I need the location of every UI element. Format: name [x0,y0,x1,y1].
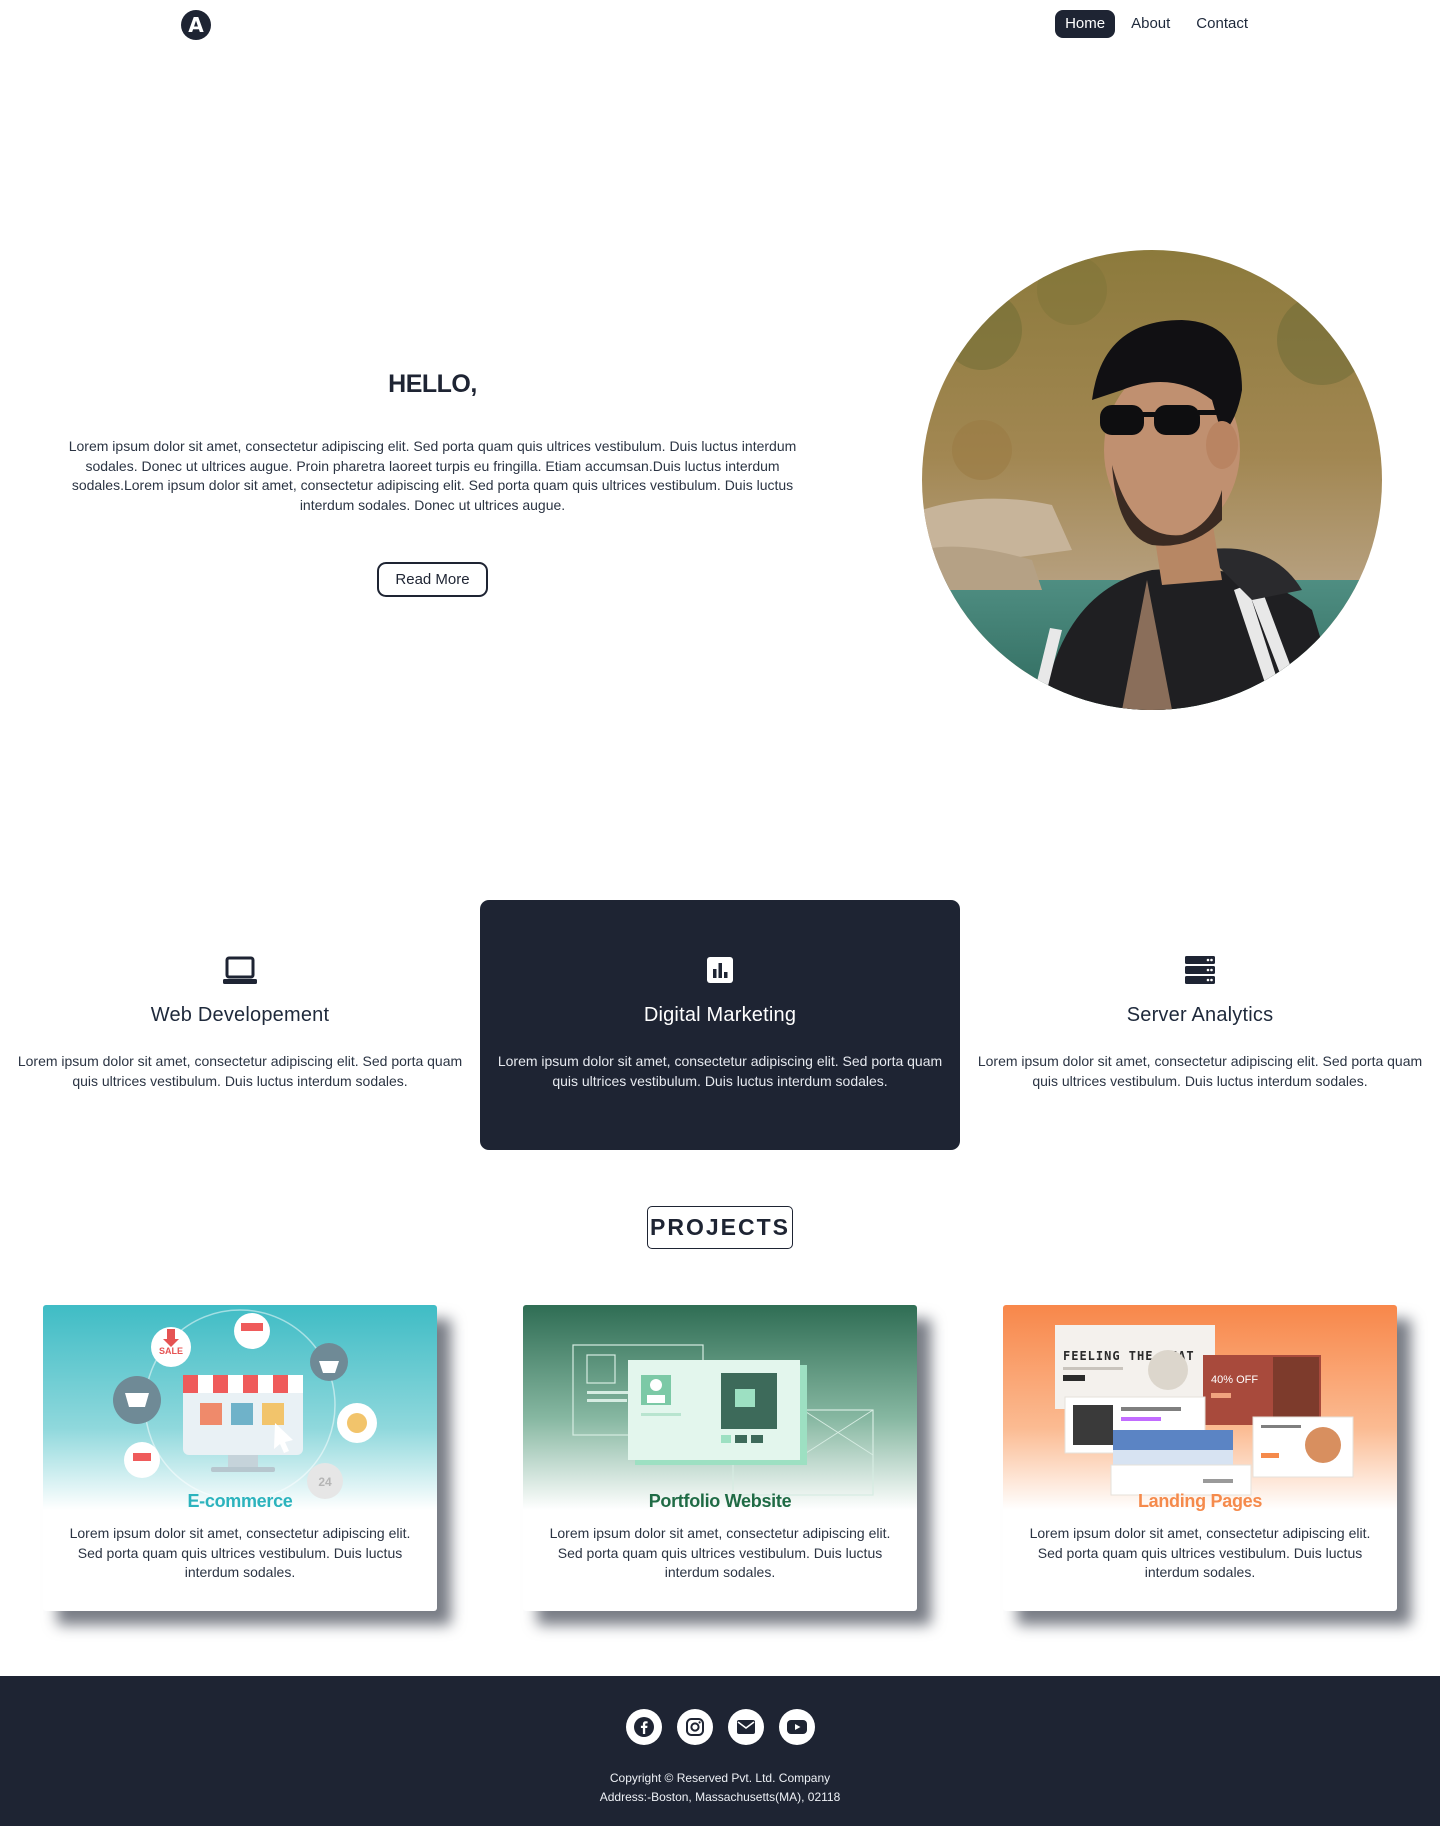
card-description: Lorem ipsum dolor sit amet, consectetur … [1029,1525,1371,1580]
card-title: Landing Pages [1137,1491,1263,1511]
facebook-icon[interactable] [625,1709,662,1745]
instagram-icon[interactable] [676,1709,713,1745]
address-text: Address:-Boston, Massachusetts(MA), 0211… [599,1790,841,1804]
card-title: Portfolio Website [648,1491,792,1511]
service-title: Server Analytics [1126,1004,1274,1026]
envelope-icon[interactable] [727,1709,764,1745]
service-title: Digital Marketing [643,1004,797,1026]
landing-offer: 40% OFF [1211,1374,1258,1386]
project-card-portfolio[interactable]: Portfolio Website Lorem ipsum dolor sit … [523,1305,917,1611]
hero-section: HELLO, Lorem ipsum dolor sit amet, conse… [40,370,825,597]
card-description: Lorem ipsum dolor sit amet, consectetur … [549,1525,891,1580]
service-title: Web Developement [150,1004,330,1026]
read-more-button[interactable]: Read More [377,562,488,597]
landing-pages-thumbnail: FEELING THE BEAT 40% OFF Landing Pages [1003,1305,1397,1511]
logo-letter: A [188,13,204,37]
card-title: E-commerce [187,1491,293,1511]
youtube-icon[interactable] [778,1709,815,1745]
footer: Copyright © Reserved Pvt. Ltd. Company A… [0,1676,1440,1826]
project-card-ecommerce[interactable]: SALE 24 E-commerce Lorem ipsum dolor sit… [43,1305,437,1611]
hero-title: HELLO, [388,370,477,398]
copyright-text: Copyright © Reserved Pvt. Ltd. Company [609,1771,831,1785]
service-description: Lorem ipsum dolor sit amet, consectetur … [17,1053,463,1089]
nav-home-link[interactable]: Home [1055,10,1116,38]
service-digital-marketing: Digital Marketing Lorem ipsum dolor sit … [480,900,960,1150]
card-description: Lorem ipsum dolor sit amet, consectetur … [69,1525,411,1580]
chart-icon [480,956,960,986]
nav-contact-link[interactable]: Contact [1186,10,1258,38]
navbar: A Home About Contact [0,0,1440,48]
hero-body: Lorem ipsum dolor sit amet, consectetur … [68,438,797,513]
service-web-development: Web Developement Lorem ipsum dolor sit a… [0,900,480,1150]
projects-heading: PROJECTS [647,1206,793,1249]
ecommerce-thumbnail: SALE 24 E-commerce [43,1305,437,1511]
portfolio-thumbnail: Portfolio Website [523,1305,917,1511]
laptop-icon [0,956,480,986]
logo[interactable]: A [181,10,211,40]
social-links [0,1709,1440,1745]
profile-photo [922,250,1382,710]
service-server-analytics: Server Analytics Lorem ipsum dolor sit a… [960,900,1440,1150]
nav-about-link[interactable]: About [1121,10,1180,38]
nav-links: Home About Contact [1055,10,1258,38]
service-description: Lorem ipsum dolor sit amet, consectetur … [977,1053,1423,1089]
server-icon [960,956,1440,986]
hours-badge: 24 [318,1475,332,1489]
services-section: Web Developement Lorem ipsum dolor sit a… [0,900,1440,1150]
service-description: Lorem ipsum dolor sit amet, consectetur … [497,1053,943,1089]
project-card-landing-pages[interactable]: FEELING THE BEAT 40% OFF Landing Pages L… [1003,1305,1397,1611]
sale-badge: SALE [159,1346,183,1356]
